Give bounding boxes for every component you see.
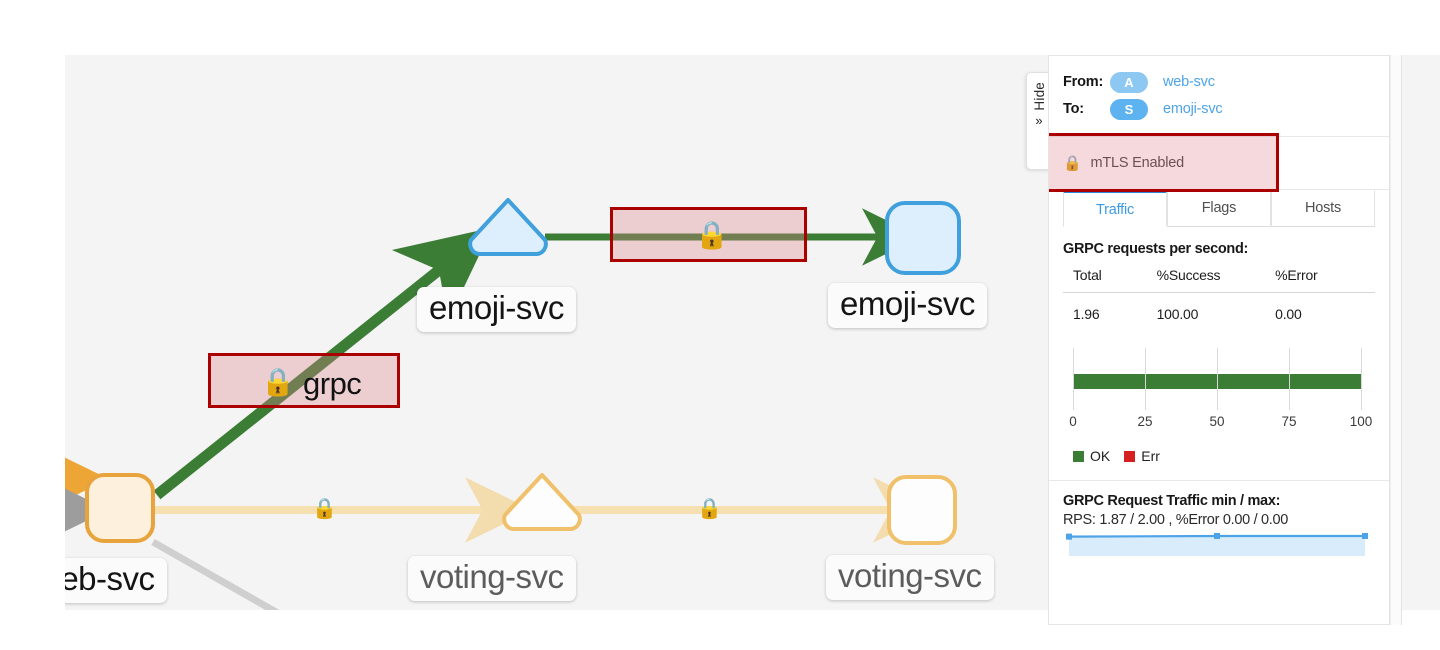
mtls-section: 🔒 mTLS Enabled (1049, 133, 1389, 192)
chart-xtick-label: 0 (1069, 414, 1077, 429)
node-label-emoji-svc-service[interactable]: emoji-svc (417, 287, 576, 333)
edge-details-panel[interactable]: From: A web-svc To: S emoji-svc 🔒 mTLS E… (1048, 55, 1390, 625)
node-emoji-svc-service (468, 198, 548, 256)
chart-xtick-label: 100 (1349, 414, 1373, 429)
chart-gridline (1289, 348, 1290, 410)
legend-label-err: Err (1141, 448, 1160, 464)
chart-xtick-label: 25 (1137, 414, 1153, 429)
to-badge-service: S (1110, 98, 1148, 120)
cell-success: 100.00 (1156, 306, 1199, 322)
chart-xtick-label: 75 (1281, 414, 1297, 429)
from-label: From: (1063, 74, 1104, 90)
to-label: To: (1063, 101, 1084, 117)
lock-icon-mtls: 🔒 (1063, 155, 1082, 172)
from-to-section: From: A web-svc To: S emoji-svc (1049, 56, 1389, 136)
to-row: To: S emoji-svc (1063, 97, 1389, 121)
legend-swatch-err (1124, 450, 1136, 462)
edge-label-grpc: grpc (303, 366, 362, 401)
cell-error: 0.00 (1275, 306, 1302, 322)
edge-lock-icon-voting-voting-app: 🔒 (697, 498, 722, 520)
node-label-web-svc[interactable]: web-svc (65, 558, 167, 604)
minmax-title: GRPC Request Traffic min / max: (1063, 493, 1281, 509)
from-node-link[interactable]: web-svc (1163, 74, 1215, 90)
from-row: From: A web-svc (1063, 70, 1389, 94)
minmax-section: GRPC Request Traffic min / max: RPS: 1.8… (1049, 481, 1389, 567)
chart-gridline (1073, 348, 1074, 410)
node-label-voting-svc-service[interactable]: voting-svc (408, 556, 576, 602)
lock-icon-grpc-edge: 🔒 (261, 367, 295, 397)
tab-traffic[interactable]: Traffic (1063, 190, 1167, 227)
tab-flags[interactable]: Flags (1167, 190, 1271, 226)
panel-tabs: Traffic Flags Hosts (1063, 190, 1375, 227)
node-emoji-svc-app (885, 201, 961, 275)
panel-scrollbar[interactable] (1390, 55, 1402, 625)
node-label-voting-svc-app[interactable]: voting-svc (826, 555, 994, 601)
sparkline-point (1362, 533, 1368, 539)
chart-gridline (1217, 348, 1218, 410)
node-voting-svc-app (887, 475, 957, 545)
edge-lock-icon-web-voting: 🔒 (312, 498, 337, 520)
col-header-error: %Error (1275, 267, 1318, 283)
mtls-status-text: mTLS Enabled (1090, 155, 1184, 171)
rps-table: Total %Success %Error 1.96 100.00 0.00 (1063, 267, 1375, 322)
edge-web-to-offscreen-gray (151, 538, 280, 610)
legend-label-ok: OK (1090, 448, 1111, 464)
node-voting-svc-service (502, 473, 582, 531)
lock-icon-emoji-edge: 🔒 (695, 220, 729, 250)
chart-gridline (1361, 348, 1362, 410)
node-web-svc-app (85, 473, 155, 543)
chevron-right-icon: » (1035, 112, 1043, 128)
col-header-success: %Success (1156, 267, 1221, 283)
traffic-bar-chart: 0 25 50 75 100 (1063, 348, 1375, 444)
chart-xtick-label: 50 (1209, 414, 1225, 429)
hide-panel-label: Hide (1031, 82, 1047, 111)
node-label-emoji-svc-app[interactable]: emoji-svc (828, 283, 987, 329)
chart-gridline (1145, 348, 1146, 410)
tab-hosts[interactable]: Hosts (1271, 190, 1375, 226)
chart-plot-area: 0 25 50 75 100 (1069, 348, 1372, 429)
rps-section-title: GRPC requests per second: (1063, 241, 1249, 257)
table-row: 1.96 100.00 0.00 (1063, 293, 1375, 322)
traffic-tab-content: GRPC requests per second: Total %Success… (1049, 227, 1389, 464)
to-node-link[interactable]: emoji-svc (1163, 101, 1223, 117)
sparkline-point (1214, 533, 1220, 539)
sparkline-point (1066, 533, 1072, 540)
traffic-sparkline-chart (1066, 533, 1368, 556)
legend-swatch-ok (1073, 450, 1084, 462)
legend-item-ok: OK (1073, 448, 1110, 464)
cell-total: 1.96 (1073, 306, 1100, 322)
chart-legend: OK Err (1073, 448, 1375, 464)
legend-item-err: Err (1124, 448, 1160, 464)
col-header-total: Total (1073, 267, 1102, 283)
table-header-row: Total %Success %Error (1063, 267, 1375, 293)
minmax-value: RPS: 1.87 / 2.00 , %Error 0.00 / 0.00 (1063, 512, 1289, 528)
from-badge-app: A (1110, 71, 1148, 93)
mtls-row: 🔒 mTLS Enabled (1049, 137, 1389, 189)
